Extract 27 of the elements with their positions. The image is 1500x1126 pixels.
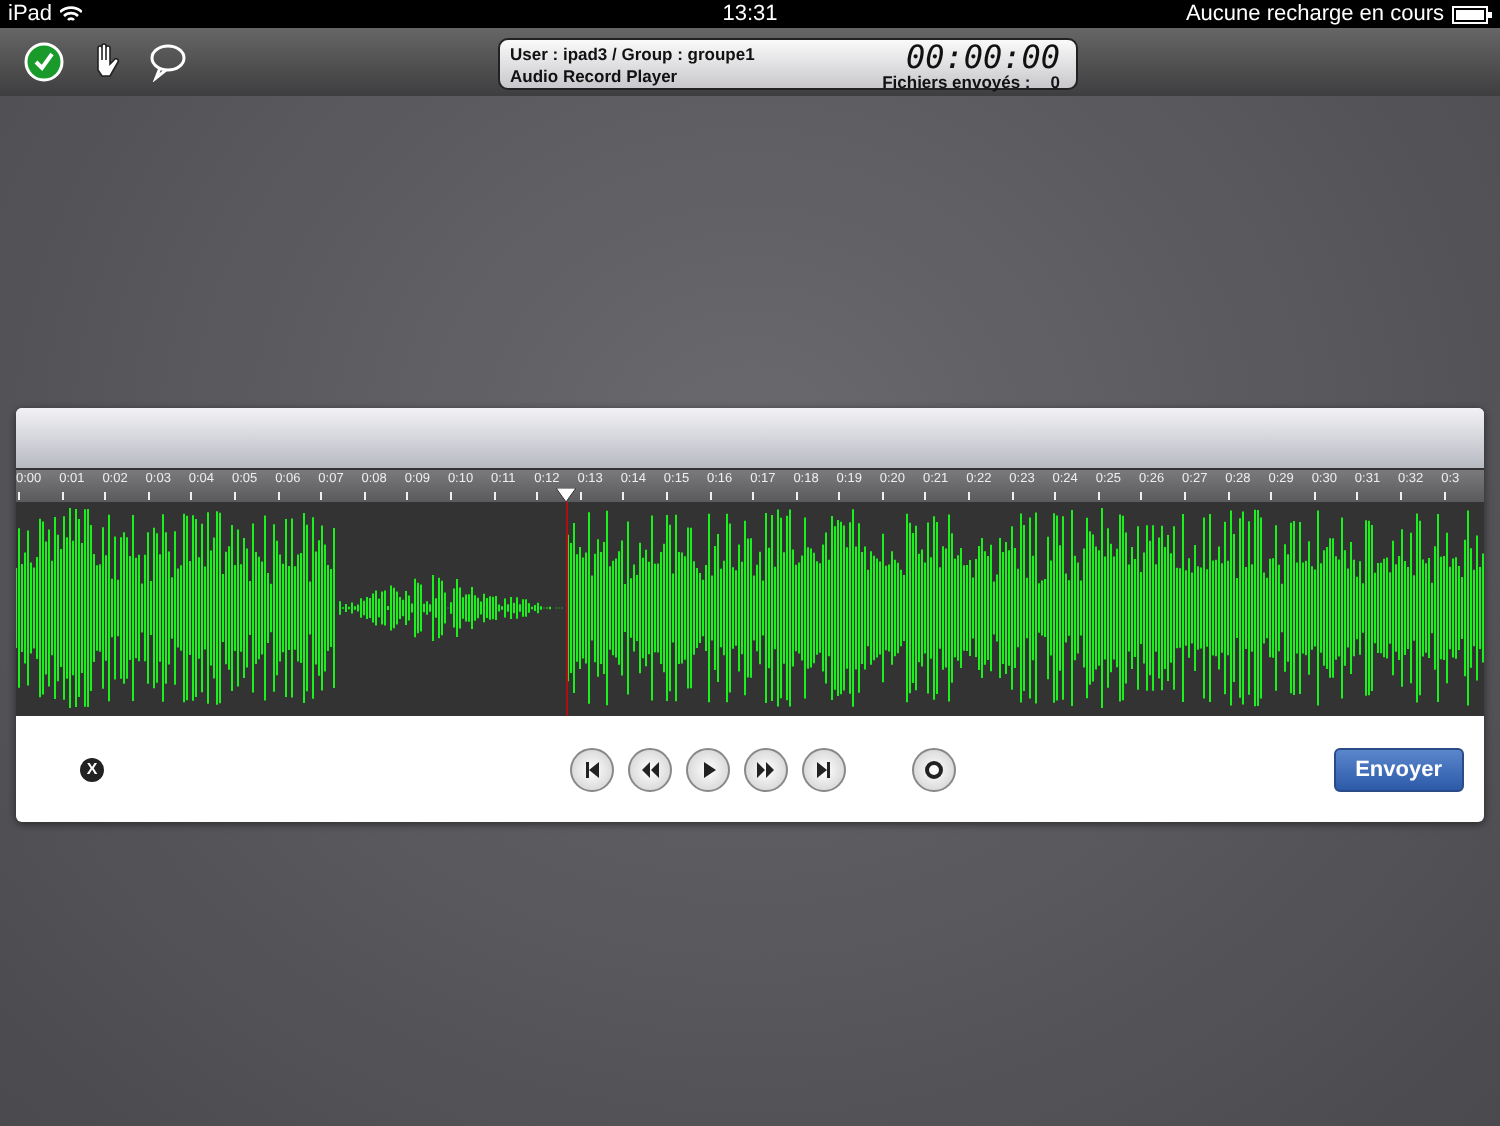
skip-end-icon xyxy=(814,759,834,779)
sent-files-count: 0 xyxy=(1050,72,1060,92)
clock-time: 13:31 xyxy=(722,2,778,26)
fast-forward-button[interactable] xyxy=(744,747,788,791)
speech-bubble-icon[interactable] xyxy=(148,42,188,82)
send-button[interactable]: Envoyer xyxy=(1333,747,1464,791)
check-icon[interactable] xyxy=(24,42,64,82)
battery-icon xyxy=(1452,5,1492,23)
fast-forward-icon xyxy=(756,759,776,779)
skip-start-button[interactable] xyxy=(570,747,614,791)
record-button[interactable] xyxy=(912,747,956,791)
skip-end-button[interactable] xyxy=(802,747,846,791)
hand-icon[interactable] xyxy=(92,42,120,82)
close-button[interactable]: X xyxy=(80,757,104,781)
rewind-button[interactable] xyxy=(628,747,672,791)
device-name: iPad xyxy=(8,2,53,26)
sent-files-label: Fichiers envoyés : xyxy=(882,72,1031,92)
play-icon xyxy=(698,759,718,779)
user-group-label: User : ipad3 / Group : groupe1 xyxy=(510,43,755,64)
wifi-icon xyxy=(60,5,83,23)
battery-status: Aucune recharge en cours xyxy=(1185,2,1444,26)
skip-start-icon xyxy=(582,759,602,779)
record-icon xyxy=(924,759,944,779)
rewind-icon xyxy=(640,759,660,779)
play-button[interactable] xyxy=(686,747,730,791)
timer: 00:00:00 xyxy=(905,42,1060,72)
app-name: Audio Record Player xyxy=(510,66,680,87)
